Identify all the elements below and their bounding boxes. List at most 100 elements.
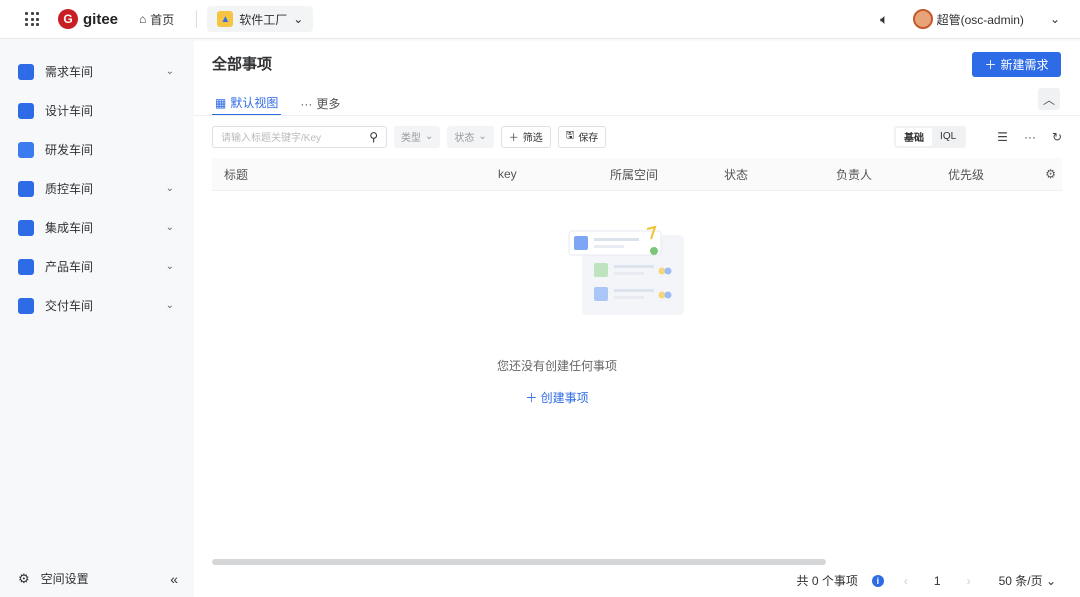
column-priority: 优先级 xyxy=(948,167,985,182)
table-header: 标题 key 所属空间 状态 负责人 优先级 ⚙ xyxy=(212,158,1062,191)
mode-basic[interactable]: 基础 xyxy=(896,127,933,146)
tab-label: 更多 xyxy=(316,97,341,111)
collapse-header-button[interactable]: ︿ xyxy=(1038,88,1060,110)
sidebar-item[interactable]: 设计车间 xyxy=(0,91,194,130)
save-icon: 🖫 xyxy=(565,130,575,141)
plus-icon: ＋ xyxy=(984,58,997,72)
gitee-logo-icon: G xyxy=(58,9,78,29)
workshop-icon xyxy=(18,297,34,314)
view-icon: ▦ xyxy=(215,95,227,110)
chevron-down-icon: ⌄ xyxy=(425,131,434,142)
column-status: 状态 xyxy=(724,167,749,182)
type-filter[interactable]: 类型 ⌄ xyxy=(394,125,441,148)
page-title: 全部事项 xyxy=(212,56,273,73)
create-item-link[interactable]: ＋ 创建事项 xyxy=(34,389,1080,406)
apps-grid-icon[interactable] xyxy=(25,12,39,26)
column-settings-icon[interactable]: ⚙ xyxy=(1045,167,1056,181)
space-settings[interactable]: ⚙ 空间设置 « xyxy=(18,570,178,587)
search-icon[interactable]: ⚲ xyxy=(369,130,378,144)
chevron-down-icon[interactable]: ⌄ xyxy=(166,300,174,311)
more-icon[interactable]: ··· xyxy=(1024,130,1036,144)
sidebar-item-label: 设计车间 xyxy=(45,104,94,118)
query-mode-toggle: 基础 IQL xyxy=(894,125,967,148)
new-requirement-label: 新建需求 xyxy=(1000,58,1049,72)
sidebar: 需求车间 ⌄ 设计车间研发车间质控车间 ⌄ 集成车间 ⌄ 产品车间 ⌄ 交付车间 ⌄ ⚙ 空间设置… xyxy=(0,39,194,597)
project-selector[interactable]: ▲ 软件工厂 ⌄ xyxy=(207,6,314,32)
chevron-down-icon[interactable]: ⌄ xyxy=(166,183,174,194)
tab-label: 默认视图 xyxy=(230,96,279,110)
brand-name: gitee xyxy=(83,10,119,28)
home-link[interactable]: ⌂ 首页 xyxy=(139,11,174,28)
announcement-icon[interactable]: 🔈︎ xyxy=(880,11,888,28)
sidebar-item-label: 交付车间 xyxy=(45,299,94,313)
total-count: 共 0 个事项 xyxy=(796,574,858,588)
empty-message: 您还没有创建任何事项 xyxy=(496,359,617,373)
column-space: 所属空间 xyxy=(610,167,659,182)
sidebar-item[interactable]: 产品车间 ⌄ xyxy=(0,247,194,286)
sidebar-item[interactable]: 集成车间 ⌄ xyxy=(0,208,194,247)
new-requirement-button[interactable]: ＋新建需求 xyxy=(972,52,1061,77)
refresh-icon[interactable]: ↻ xyxy=(1052,130,1062,144)
user-name[interactable]: 超管(osc-admin) xyxy=(937,11,1024,28)
sidebar-item[interactable]: 需求车间 ⌄ xyxy=(0,52,194,91)
column-assignee: 负责人 xyxy=(836,167,873,182)
horizontal-scrollbar[interactable] xyxy=(212,559,826,565)
sidebar-item-label: 集成车间 xyxy=(45,221,94,235)
plus-icon: ＋ xyxy=(525,391,541,405)
project-name: 软件工厂 xyxy=(239,12,288,27)
save-button[interactable]: 🖫 保存 xyxy=(557,125,607,148)
workshop-icon xyxy=(18,141,34,158)
column-title: 标题 xyxy=(224,167,249,182)
divider xyxy=(196,10,198,28)
next-page-icon[interactable]: › xyxy=(967,574,971,588)
top-bar: Ggitee ⌂ 首页 ▲ 软件工厂 ⌄ 🔈︎ 超管(osc-admin) ⌄ xyxy=(0,0,1080,39)
home-icon: ⌂ xyxy=(139,12,147,26)
sidebar-item-label: 产品车间 xyxy=(45,260,94,274)
chevron-down-icon[interactable]: ⌄ xyxy=(1050,12,1060,26)
chevron-down-icon[interactable]: ⌄ xyxy=(166,66,174,77)
list-view-icon[interactable]: ☰ xyxy=(997,130,1008,144)
prev-page-icon[interactable]: ‹ xyxy=(904,574,908,588)
sidebar-item-label: 需求车间 xyxy=(45,65,94,79)
filter-label: 筛选 xyxy=(522,133,543,144)
main-content: 全部事项 ＋新建需求 ▦ 默认视图 ··· 更多 ︿ 请输入标题关键字/Key ⚲ 类… xyxy=(194,39,1080,597)
space-settings-label: 空间设置 xyxy=(40,572,89,586)
sidebar-item[interactable]: 质控车间 ⌄ xyxy=(0,169,194,208)
gear-icon: ⚙ xyxy=(18,570,30,586)
tab-more[interactable]: ··· 更多 xyxy=(297,91,343,116)
workshop-icon xyxy=(18,102,34,119)
workshop-icon xyxy=(18,219,34,236)
filter-button[interactable]: ＋筛选 xyxy=(500,125,551,148)
info-icon[interactable]: i xyxy=(871,574,884,587)
create-item-label: 创建事项 xyxy=(540,391,589,405)
chevron-down-icon[interactable]: ⌄ xyxy=(166,222,174,233)
sidebar-item[interactable]: 研发车间 xyxy=(0,130,194,169)
search-placeholder: 请输入标题关键字/Key xyxy=(221,133,322,144)
chevron-down-icon[interactable]: ⌄ xyxy=(166,261,174,272)
collapse-sidebar-icon[interactable]: « xyxy=(170,571,178,587)
page-size-select[interactable]: 50 条/页 ⌄ xyxy=(999,572,1056,589)
divider xyxy=(194,115,1080,116)
gitee-logo[interactable]: Ggitee xyxy=(58,9,118,29)
chevron-down-icon: ⌄ xyxy=(293,12,304,26)
pagination: 共 0 个事项 i ‹ 1 › 50 条/页 ⌄ xyxy=(797,572,1056,589)
status-filter-label: 状态 xyxy=(454,133,475,144)
workshop-icon xyxy=(18,258,34,275)
page-size-label: 50 条/页 xyxy=(998,574,1043,588)
tab-default-view[interactable]: ▦ 默认视图 xyxy=(212,91,282,116)
plus-icon: ＋ xyxy=(508,133,519,144)
sidebar-item-label: 质控车间 xyxy=(45,182,94,196)
sidebar-item-label: 研发车间 xyxy=(45,143,94,157)
chevron-down-icon: ⌄ xyxy=(478,131,487,142)
sidebar-item[interactable]: 交付车间 ⌄ xyxy=(0,286,194,325)
current-page[interactable]: 1 xyxy=(934,574,941,588)
mode-iql[interactable]: IQL xyxy=(932,128,964,146)
more-icon: ··· xyxy=(300,96,313,111)
avatar[interactable] xyxy=(912,9,933,29)
home-label: 首页 xyxy=(150,12,175,27)
status-filter[interactable]: 状态 ⌄ xyxy=(447,125,494,148)
column-key: key xyxy=(498,167,517,181)
workshop-icon xyxy=(18,63,34,80)
project-icon: ▲ xyxy=(217,11,234,27)
search-input[interactable]: 请输入标题关键字/Key ⚲ xyxy=(212,125,387,148)
